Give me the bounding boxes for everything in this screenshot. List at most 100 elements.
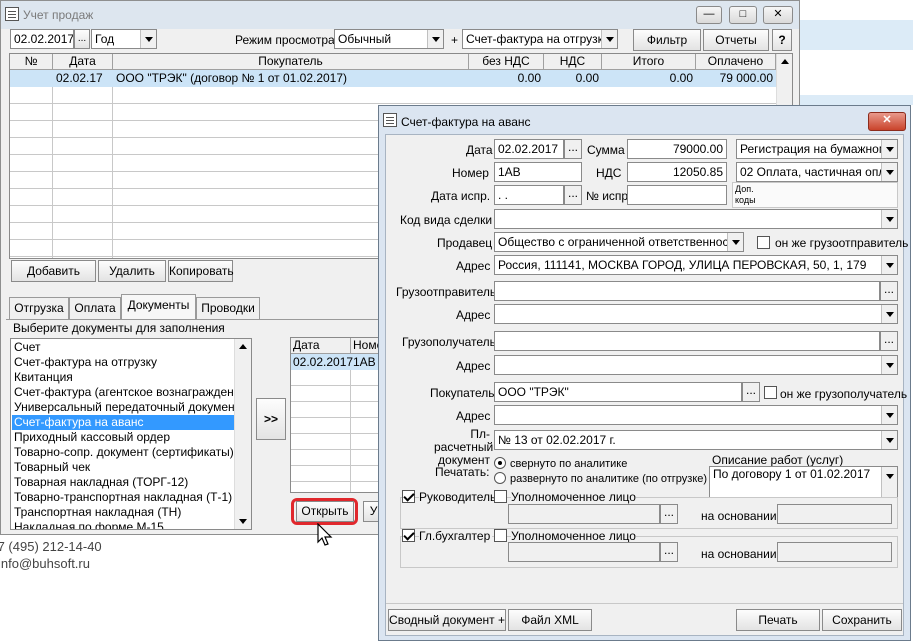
- date-picker-button[interactable]: ...: [74, 29, 90, 49]
- extra-codes-box[interactable]: Доп. коды: [732, 182, 898, 208]
- sum-label: Сумма: [587, 143, 625, 157]
- shipper-address-select[interactable]: [494, 304, 898, 324]
- work-desc-input[interactable]: По договору 1 от 01.02.2017: [709, 466, 898, 498]
- list-item[interactable]: Товарно-транспортная накладная (Т-1): [12, 490, 234, 505]
- doc-type-select[interactable]: Счет-фактура на отгрузку: [462, 29, 618, 49]
- col-total[interactable]: Итого: [602, 54, 696, 70]
- tab-payment[interactable]: Оплата: [69, 297, 121, 319]
- buyer-address-select[interactable]: [494, 405, 898, 425]
- period-select[interactable]: Год: [91, 29, 157, 49]
- list-item[interactable]: Товарная накладная (ТОРГ-12): [12, 475, 234, 490]
- col-paid[interactable]: Оплачено: [696, 54, 776, 70]
- tab-documents[interactable]: Документы: [121, 294, 196, 320]
- shipper-browse-button[interactable]: ...: [880, 281, 898, 301]
- chief-acc-browse-button[interactable]: ...: [660, 542, 678, 562]
- doc-list-scrollbar[interactable]: [234, 339, 251, 529]
- xml-file-button[interactable]: Файл XML: [508, 609, 592, 631]
- col-buyer[interactable]: Покупатель: [113, 54, 469, 70]
- save-button[interactable]: Сохранить: [822, 609, 902, 631]
- list-item[interactable]: Универсальный передаточный документ: [12, 400, 240, 415]
- delete-button[interactable]: Удалить: [98, 260, 166, 282]
- seller-select[interactable]: Общество с ограниченной ответственносты: [494, 232, 744, 252]
- chief-acc-name-input[interactable]: [508, 542, 660, 562]
- dialog-close-icon[interactable]: ✕: [868, 112, 906, 131]
- sales-titlebar[interactable]: Учет продаж — □ ✕: [1, 1, 799, 29]
- shipper-input[interactable]: [494, 281, 880, 301]
- list-item[interactable]: Транспортная накладная (ТН): [12, 505, 234, 520]
- scroll-up-icon[interactable]: [235, 339, 251, 355]
- list-item[interactable]: Квитанция: [12, 370, 234, 385]
- view-mode-select[interactable]: Обычный: [334, 29, 444, 49]
- scroll-down-icon[interactable]: [235, 513, 251, 529]
- head-browse-button[interactable]: ...: [660, 504, 678, 524]
- buyer-browse-button[interactable]: ...: [742, 382, 760, 402]
- list-item[interactable]: Счет: [12, 340, 234, 355]
- col-date[interactable]: Дата: [53, 54, 113, 70]
- date-fix-picker-button[interactable]: ...: [564, 185, 582, 205]
- maximize-icon[interactable]: □: [729, 6, 757, 24]
- vat-input[interactable]: 12050.85: [627, 162, 727, 182]
- list-item[interactable]: Счет-фактура на аванс: [12, 415, 234, 430]
- consignee-address-select[interactable]: [494, 355, 898, 375]
- head-checkbox[interactable]: [402, 490, 415, 503]
- same-shipper-checkbox[interactable]: [757, 236, 770, 249]
- list-item[interactable]: Накладная по форме М-15: [12, 520, 234, 529]
- print-expanded-radio[interactable]: [494, 472, 506, 484]
- same-consignee-checkbox[interactable]: [764, 386, 777, 399]
- consignee-browse-button[interactable]: ...: [880, 331, 898, 351]
- list-item[interactable]: Товарно-сопр. документ (сертификаты): [12, 445, 234, 460]
- list-item[interactable]: Товарный чек: [12, 460, 234, 475]
- work-desc-label: Описание работ (услуг): [712, 453, 844, 467]
- seller-address-select[interactable]: Россия, 111141, МОСКВА ГОРОД, УЛИЦА ПЕРО…: [494, 255, 898, 275]
- invoice-date-input[interactable]: 02.02.2017: [494, 139, 564, 159]
- open-button[interactable]: Открыть: [296, 501, 354, 522]
- chief-acc-authorized-checkbox[interactable]: [494, 529, 507, 542]
- num-fix-input[interactable]: [627, 185, 727, 205]
- registration-select[interactable]: Регистрация на бумажном: [736, 139, 898, 159]
- col-sel-date[interactable]: Дата: [291, 338, 351, 354]
- head-authorized-checkbox[interactable]: [494, 490, 507, 503]
- col-no-vat[interactable]: без НДС: [469, 54, 544, 70]
- doc-list[interactable]: Счет Счет-фактура на отгрузку Квитанция Сче…: [10, 338, 252, 530]
- list-item[interactable]: Приходный кассовый ордер: [12, 430, 234, 445]
- payment-type-select[interactable]: 02 Оплата, частичная опла: [736, 162, 898, 182]
- table-row[interactable]: 02.02.17 ООО "ТРЭК" (договор № 1 от 01.0…: [10, 70, 776, 87]
- col-vat[interactable]: НДС: [544, 54, 602, 70]
- date-input[interactable]: 02.02.2017: [10, 29, 74, 49]
- consignee-input[interactable]: [494, 331, 880, 351]
- chief-acc-basis-input[interactable]: [777, 542, 892, 562]
- invoice-date-picker-button[interactable]: ...: [564, 139, 582, 159]
- print-collapsed-radio[interactable]: [494, 457, 506, 469]
- help-button[interactable]: ?: [772, 29, 792, 51]
- row-date: 02.02.17: [56, 71, 103, 85]
- head-basis-input[interactable]: [777, 504, 892, 524]
- dialog-titlebar[interactable]: Счет-фактура на аванс ✕: [379, 106, 910, 134]
- filter-button[interactable]: Фильтр: [633, 29, 701, 51]
- shipper-label: Грузоотправитель: [396, 285, 497, 299]
- minimize-icon[interactable]: —: [696, 6, 722, 24]
- date-fix-input[interactable]: . .: [494, 185, 564, 205]
- col-num[interactable]: №: [10, 54, 53, 70]
- scroll-up-icon[interactable]: [777, 54, 793, 70]
- deal-code-select[interactable]: [494, 209, 898, 229]
- list-item[interactable]: Счет-фактура (агентское вознаграждение): [12, 385, 251, 400]
- table-row[interactable]: 02.02.2017 1АВ: [291, 354, 382, 370]
- copy-button[interactable]: Копировать: [168, 260, 234, 282]
- payment-doc-select[interactable]: № 13 от 02.02.2017 г.: [494, 430, 898, 450]
- number-input[interactable]: 1АВ: [494, 162, 582, 182]
- mouse-cursor-icon: [317, 523, 333, 546]
- add-button[interactable]: Добавить: [11, 260, 96, 282]
- list-item[interactable]: Счет-фактура на отгрузку: [12, 355, 234, 370]
- tab-postings[interactable]: Проводки: [196, 297, 260, 319]
- chevron-down-icon: [881, 140, 897, 158]
- chief-acc-checkbox[interactable]: [402, 529, 415, 542]
- summary-doc-button[interactable]: Сводный документ +: [388, 609, 506, 631]
- head-name-input[interactable]: [508, 504, 660, 524]
- tab-shipment[interactable]: Отгрузка: [9, 297, 69, 319]
- sum-input[interactable]: 79000.00: [627, 139, 727, 159]
- buyer-input[interactable]: ООО "ТРЭК": [494, 382, 742, 402]
- move-right-button[interactable]: >>: [256, 398, 286, 440]
- print-button[interactable]: Печать: [736, 609, 820, 631]
- reports-button[interactable]: Отчеты: [703, 29, 769, 51]
- close-icon[interactable]: ✕: [763, 6, 793, 24]
